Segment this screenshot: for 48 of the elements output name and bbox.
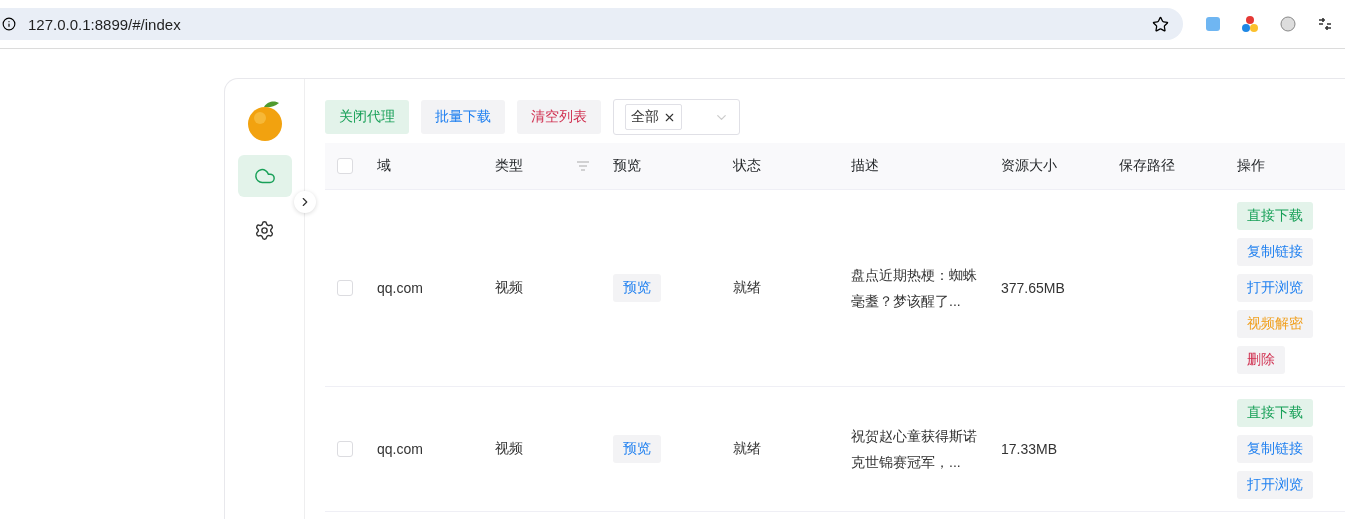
action-button[interactable]: 复制链接 xyxy=(1237,435,1313,463)
description-text: 盘点近期热梗：蜘蛛毫耋？梦该醒了... xyxy=(851,266,978,311)
action-button[interactable]: 直接下载 xyxy=(1237,399,1313,427)
column-header: 资源大小 xyxy=(1001,157,1057,175)
toolbar-button[interactable]: 关闭代理 xyxy=(325,100,409,134)
column-header: 保存路径 xyxy=(1119,157,1175,175)
table-cell-text: 视频 xyxy=(495,440,524,458)
action-button[interactable]: 复制链接 xyxy=(1237,238,1313,266)
table-cell-text: 17.33MB xyxy=(1001,441,1059,457)
column-header: 域 xyxy=(377,157,391,175)
toolbar-button[interactable]: 批量下载 xyxy=(421,100,505,134)
column-header: 预览 xyxy=(613,157,641,175)
column-header: 类型 xyxy=(495,157,523,175)
address-bar[interactable]: 127.0.0.1:8899/#/index xyxy=(0,8,1183,40)
action-button[interactable]: 直接下载 xyxy=(1237,202,1313,230)
type-select[interactable]: 全部 xyxy=(613,99,740,135)
settings-icon xyxy=(254,219,275,241)
fruit-logo-icon xyxy=(245,99,284,143)
table-cell-text: 就绪 xyxy=(733,279,762,297)
preview-button[interactable]: 预览 xyxy=(613,274,661,302)
bookmark-star-icon[interactable] xyxy=(1152,15,1169,33)
column-header: 操作 xyxy=(1237,157,1265,175)
description-text: 祝贺赵心童获得斯诺克世锦赛冠军，... xyxy=(851,427,978,472)
row-checkbox[interactable] xyxy=(337,441,353,457)
side-panel-icon[interactable] xyxy=(1317,16,1333,32)
column-header: 描述 xyxy=(851,157,879,175)
extension-icon[interactable] xyxy=(1279,15,1297,33)
url-text: 127.0.0.1:8899/#/index xyxy=(28,15,182,33)
column-header: 状态 xyxy=(733,157,761,175)
preview-button[interactable]: 预览 xyxy=(613,435,661,463)
action-button[interactable]: 打开浏览 xyxy=(1237,274,1313,302)
filter-icon xyxy=(577,161,589,171)
tag-label: 全部 xyxy=(631,108,659,126)
table-cell-text: 视频 xyxy=(495,279,524,297)
action-button[interactable]: 视频解密 xyxy=(1237,310,1313,338)
expand-button[interactable] xyxy=(294,191,316,213)
select-all-checkbox[interactable] xyxy=(337,158,353,174)
table-cell-text: qq.com xyxy=(377,280,424,296)
info-icon xyxy=(2,17,16,31)
table-cell-text: 就绪 xyxy=(733,440,762,458)
table-cell-text: 377.65MB xyxy=(1001,280,1066,296)
toolbar-button[interactable]: 清空列表 xyxy=(517,100,601,134)
extension-icon[interactable] xyxy=(1205,16,1221,32)
extension-icon[interactable] xyxy=(1241,15,1259,33)
action-button[interactable]: 打开浏览 xyxy=(1237,471,1313,499)
row-checkbox[interactable] xyxy=(337,280,353,296)
table-cell-text: qq.com xyxy=(377,441,424,457)
action-button[interactable]: 删除 xyxy=(1237,346,1285,374)
